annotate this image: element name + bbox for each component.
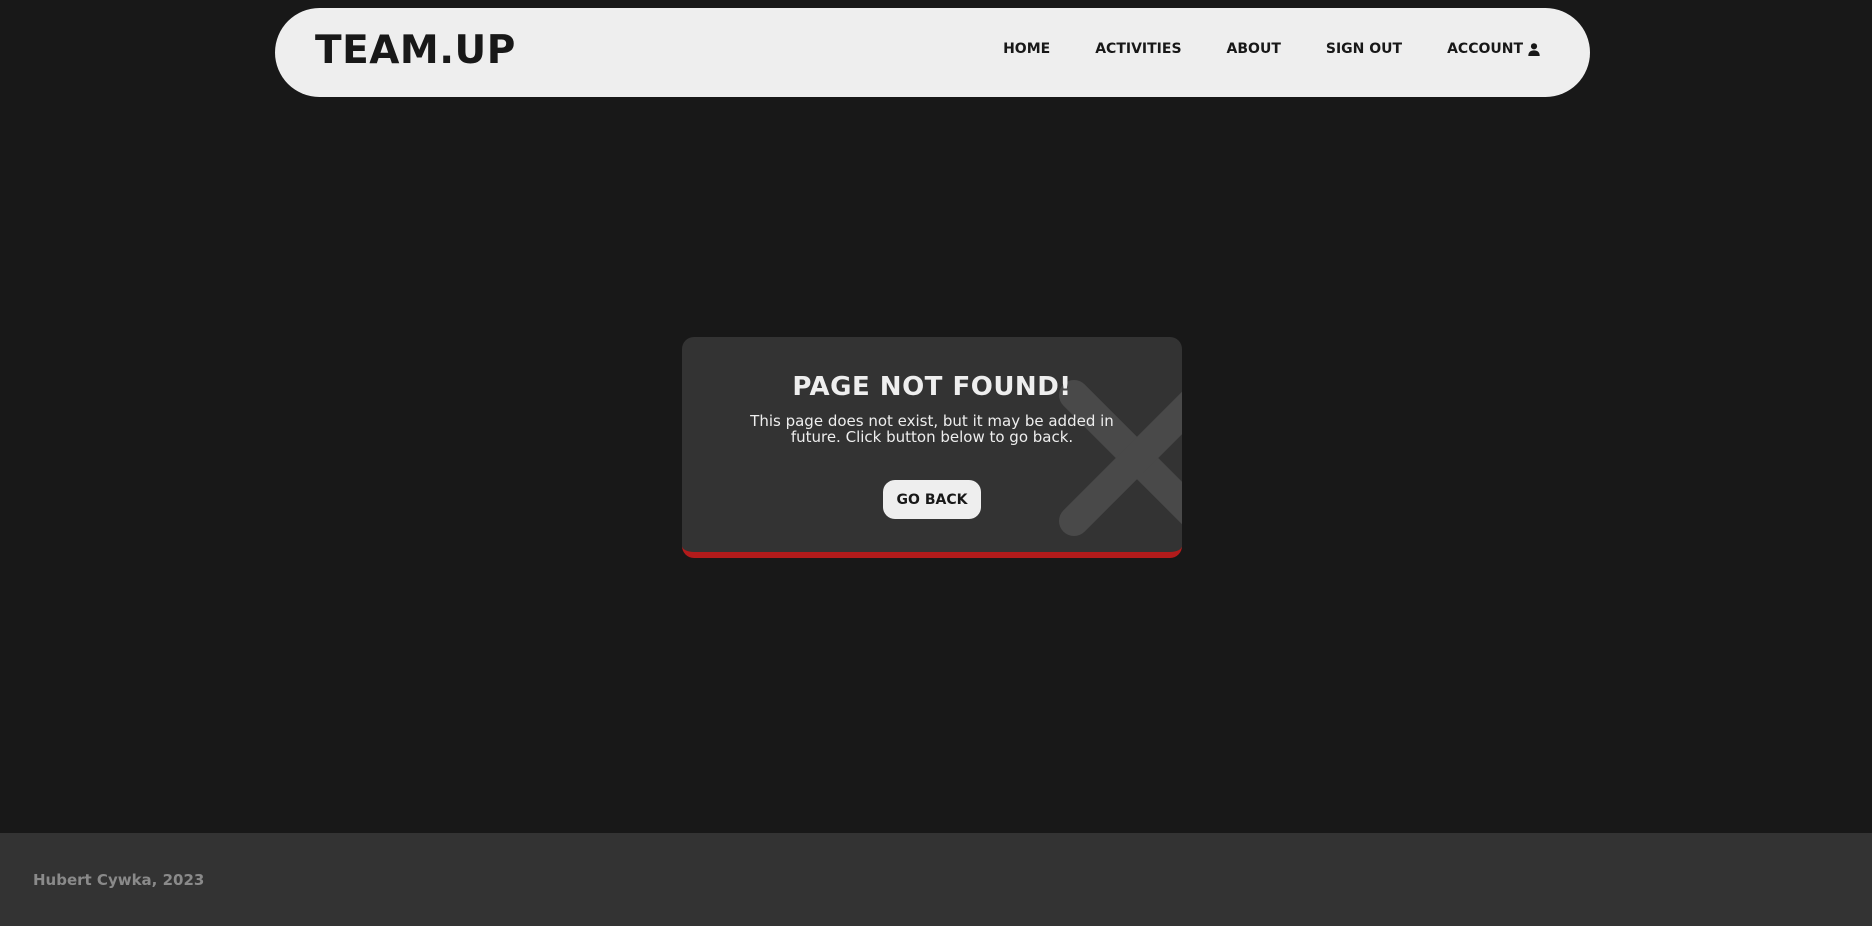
nav-sign-out-label: SIGN OUT xyxy=(1325,41,1403,57)
logo[interactable]: TEAM.UP xyxy=(315,28,516,75)
user-icon xyxy=(1528,42,1540,56)
nav-activities-label: ACTIVITIES xyxy=(1095,41,1182,57)
footer: Hubert Cywka, 2023 xyxy=(0,833,1872,926)
nav-sign-out-link[interactable]: SIGN OUT xyxy=(1326,41,1402,57)
error-message: This page does not exist, but it may be … xyxy=(750,412,1114,446)
nav-about-label: ABOUT xyxy=(1226,41,1281,57)
go-back-button[interactable]: GO BACK xyxy=(883,480,981,519)
navbar: TEAM.UP HOME ACTIVITIES ABOUT SIGN OUT A… xyxy=(275,8,1590,97)
not-found-card: PAGE NOT FOUND! This page does not exist… xyxy=(682,337,1182,558)
nav-home-link[interactable]: HOME xyxy=(1003,41,1050,57)
footer-credit: Hubert Cywka, 2023 xyxy=(33,871,205,889)
nav-activities-link[interactable]: ACTIVITIES xyxy=(1095,41,1181,57)
page-title: PAGE NOT FOUND! xyxy=(792,372,1072,402)
nav-account-link[interactable]: ACCOUNT xyxy=(1447,41,1540,57)
nav-home-label: HOME xyxy=(1003,41,1051,57)
nav-about-link[interactable]: ABOUT xyxy=(1227,41,1281,57)
nav-links: HOME ACTIVITIES ABOUT SIGN OUT ACCOUNT xyxy=(958,8,1540,90)
nav-account-label: ACCOUNT xyxy=(1447,41,1523,57)
